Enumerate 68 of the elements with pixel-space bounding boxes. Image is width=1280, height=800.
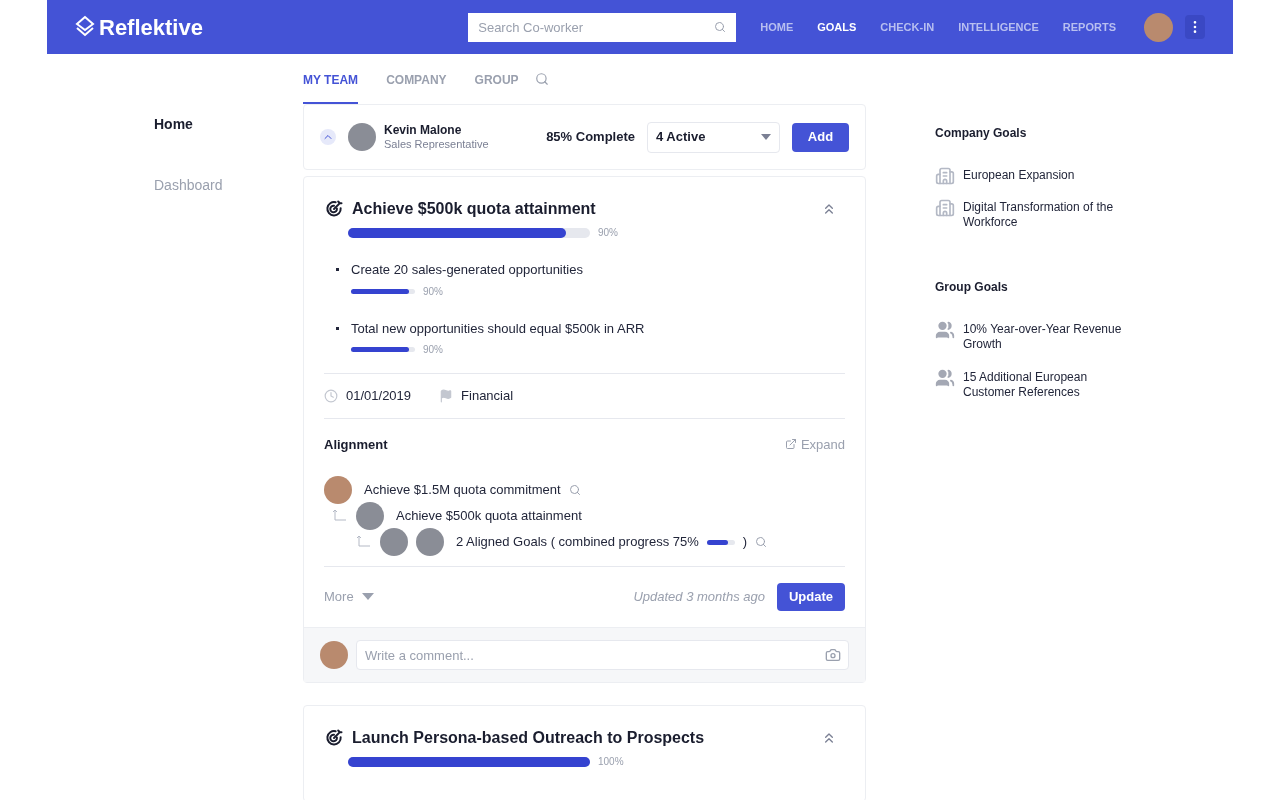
logo-icon [75, 15, 95, 39]
key-result-text: Create 20 sales-generated opportunities [351, 261, 583, 279]
logo-text: Reflektive [99, 13, 203, 42]
goal-title: Launch Persona-based Outreach to Prospects [352, 728, 705, 748]
caret-icon [761, 134, 771, 140]
company-goal-link[interactable]: Digital Transformation of the Workforce [963, 198, 1133, 230]
collapse-button[interactable] [320, 129, 336, 145]
section-heading: Alignment [324, 435, 388, 454]
avatar [320, 641, 348, 669]
avatar [324, 476, 352, 504]
clock-icon [324, 388, 338, 403]
key-result-text: Total new opportunities should equal $500k in ARR [351, 319, 645, 338]
tab[interactable]: MY TEAM [303, 54, 359, 104]
goal-title: Achieve $500k quota attainment [352, 199, 596, 219]
nav-link[interactable]: INTELLIGENCE [958, 18, 1039, 36]
alignment-goal-text[interactable]: 2 Aligned Goals ( combined progress 75% [456, 532, 699, 552]
member-role: Sales Representative [384, 137, 489, 152]
status-dropdown[interactable]: 4 Active [647, 121, 780, 153]
update-button[interactable]: Update [776, 583, 845, 611]
flag-icon [439, 388, 454, 403]
nav-link[interactable]: GOALS [817, 18, 857, 36]
percent-text: 90% [598, 226, 618, 240]
percent-text: 90% [423, 284, 443, 299]
external-link-icon [784, 438, 797, 451]
bracket-text: ) [742, 533, 748, 552]
tree-connector-icon [332, 508, 348, 524]
camera-icon[interactable] [825, 647, 841, 663]
comment-field[interactable]: Write a comment... [356, 640, 849, 670]
search-icon[interactable] [714, 20, 727, 33]
percent-text: 90% [423, 343, 443, 357]
search-icon[interactable] [755, 536, 768, 548]
avatar [356, 502, 384, 530]
add-button[interactable]: Add [792, 122, 849, 152]
completion-text: 85% Complete [546, 128, 635, 147]
avatar [1144, 12, 1173, 42]
avatar [348, 123, 376, 151]
caret-icon [361, 593, 374, 601]
due-date-text: 01/01/2019 [346, 387, 412, 405]
search-icon[interactable] [568, 484, 581, 496]
section-heading: Group Goals [935, 279, 1009, 296]
group-icon [935, 368, 955, 388]
section-heading: Company Goals [935, 125, 1028, 142]
alignment-goal-text[interactable]: Achieve $500k quota attainment [396, 506, 582, 526]
avatar [416, 528, 444, 556]
company-goal-link[interactable]: European Expansion [963, 166, 1133, 183]
nav-link[interactable]: REPORTS [1062, 18, 1116, 36]
search-icon[interactable] [534, 72, 549, 86]
target-icon [324, 728, 344, 748]
alignment-goal-text[interactable]: Achieve $1.5M quota commitment [364, 480, 561, 500]
building-icon [935, 166, 955, 186]
tree-connector-icon [356, 534, 372, 550]
avatar [380, 528, 408, 556]
bullet-icon [336, 326, 339, 330]
updated-text: Updated 3 months ago [633, 588, 765, 607]
bullet-icon [336, 268, 339, 271]
group-icon [935, 320, 955, 340]
nav-link[interactable]: HOME [760, 18, 794, 36]
search-field[interactable]: Search Co-worker [468, 12, 737, 42]
percent-text: 100% [598, 755, 624, 769]
group-goal-link[interactable]: 10% Year-over-Year Revenue Growth [963, 320, 1135, 352]
nav-link[interactable]: CHECK-IN [880, 18, 935, 36]
building-icon [935, 198, 955, 218]
member-name: Kevin Malone [384, 122, 463, 138]
more-menu-button[interactable] [1185, 15, 1205, 39]
group-goal-link[interactable]: 15 Additional European Customer References [963, 368, 1135, 400]
target-icon [324, 199, 344, 219]
sidebar-link[interactable]: Home [154, 114, 303, 135]
category-text: Financial [461, 387, 514, 405]
